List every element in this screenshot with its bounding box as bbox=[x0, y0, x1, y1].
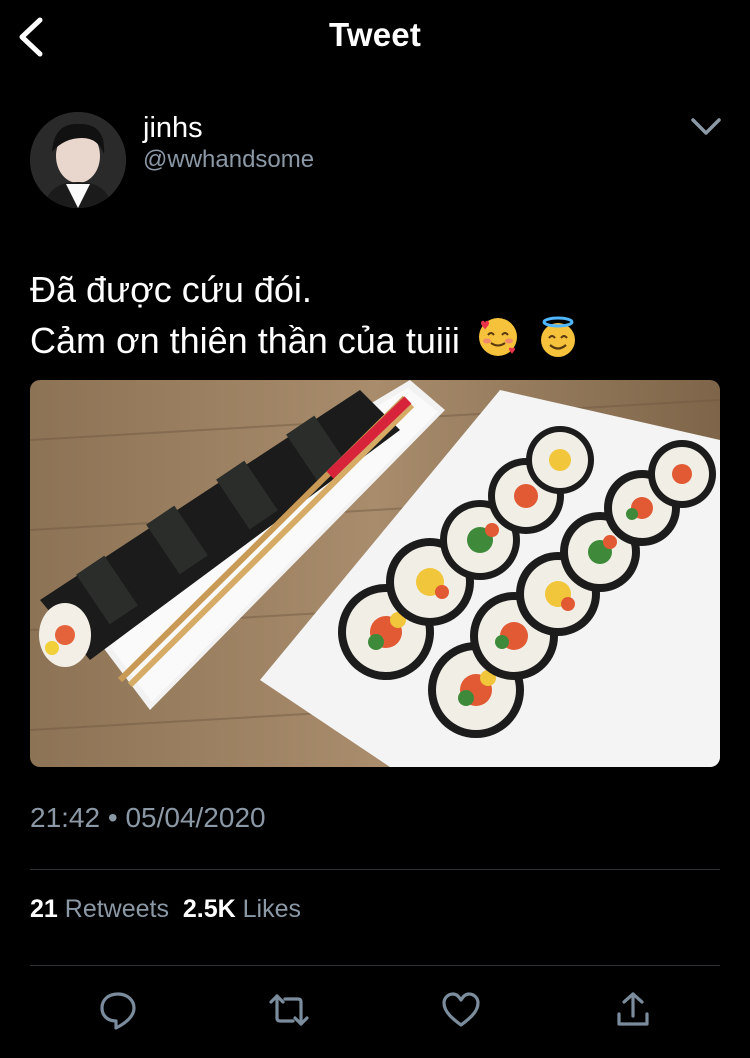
retweets-label: Retweets bbox=[64, 895, 169, 923]
retweet-button[interactable] bbox=[267, 988, 311, 1032]
share-icon bbox=[617, 992, 649, 1026]
reply-icon bbox=[100, 992, 136, 1030]
like-icon bbox=[442, 992, 480, 1027]
chevron-down-icon bbox=[691, 118, 721, 135]
share-button[interactable] bbox=[611, 988, 655, 1032]
retweet-icon bbox=[269, 994, 309, 1026]
avatar-photo bbox=[30, 112, 126, 208]
timestamp-separator: • bbox=[107, 802, 118, 833]
likes-count: 2.5K bbox=[182, 895, 236, 923]
likes-label: Likes bbox=[242, 895, 302, 923]
tweet-timestamp: 21:42 • 05/04/2020 bbox=[30, 802, 266, 834]
tweet-text-line-2: Cảm ơn thiên thần của tuiii bbox=[30, 315, 580, 372]
likes-link[interactable]: 2.5K Likes bbox=[183, 895, 301, 923]
smiling-face-with-halo-icon bbox=[536, 315, 580, 372]
like-button[interactable] bbox=[439, 988, 483, 1032]
author-display-name[interactable]: jinhs bbox=[143, 112, 203, 145]
reply-button[interactable] bbox=[96, 988, 140, 1032]
kimbap-photo bbox=[30, 380, 720, 767]
retweets-count: 21 bbox=[30, 895, 58, 923]
tweet-options-button[interactable] bbox=[686, 112, 726, 144]
smiling-face-with-hearts-icon bbox=[476, 315, 520, 372]
avatar[interactable] bbox=[30, 112, 126, 208]
tweet-image[interactable] bbox=[30, 380, 720, 767]
tweet-stats: 21 Retweets 2.5K Likes bbox=[30, 895, 301, 924]
tweet-text-line-1: Đã được cứu đói. bbox=[30, 269, 312, 310]
retweets-link[interactable]: 21 Retweets bbox=[30, 895, 169, 923]
tweet-text-line-2-text: Cảm ơn thiên thần của tuiii bbox=[30, 320, 460, 362]
tweet-date: 05/04/2020 bbox=[125, 802, 266, 833]
tweet-time: 21:42 bbox=[30, 802, 101, 833]
page-title: Tweet bbox=[328, 16, 422, 53]
divider-top bbox=[30, 869, 720, 870]
divider-bottom bbox=[30, 965, 720, 966]
author-handle[interactable]: @wwhandsome bbox=[143, 146, 314, 174]
tweet-text: Đã được cứu đói. Cảm ơn thiên thần của t… bbox=[30, 264, 580, 372]
app-header: Tweet bbox=[0, 0, 750, 76]
